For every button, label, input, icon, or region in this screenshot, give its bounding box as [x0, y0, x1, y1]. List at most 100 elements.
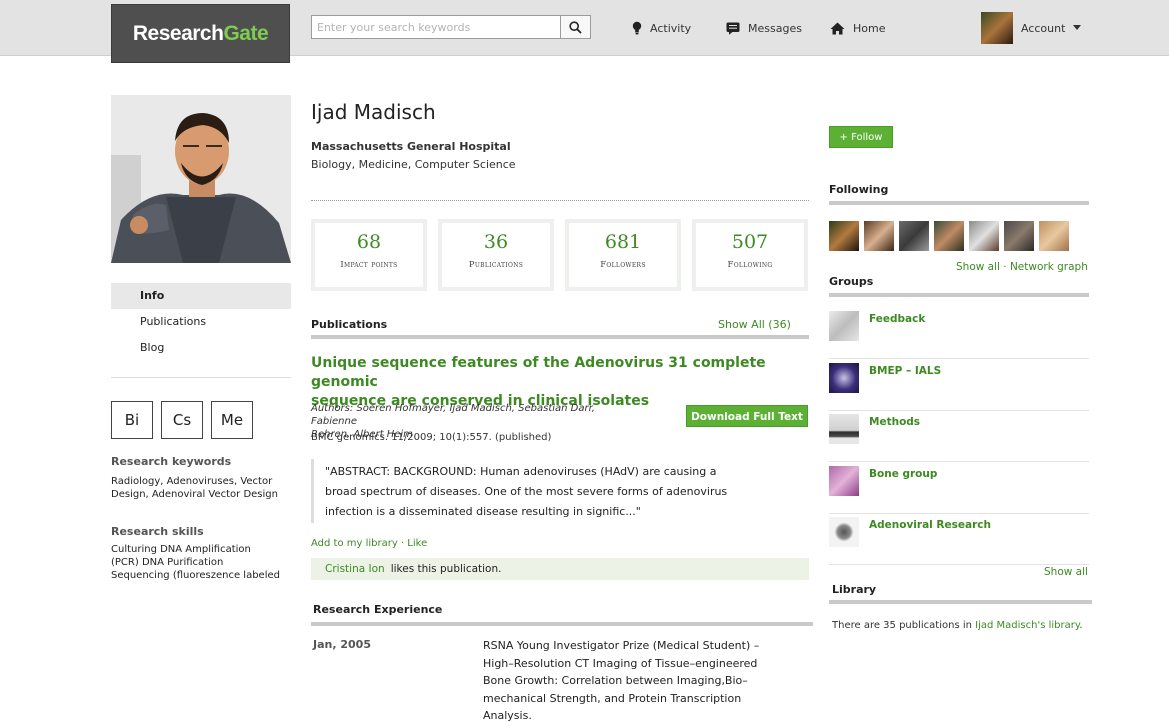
- lightbulb-icon: [632, 21, 642, 35]
- experience-date: Jan, 2005: [313, 638, 371, 651]
- likes-banner: Cristina Ion likes this publication.: [311, 558, 809, 580]
- add-to-library-like-links[interactable]: Add to my library · Like: [311, 538, 427, 549]
- nav-home[interactable]: Home: [830, 15, 885, 41]
- research-keywords-label: Research keywords: [111, 455, 232, 468]
- groups-title: Groups: [829, 275, 874, 288]
- top-bar: ResearchGate Activity Messages Home Acco…: [0, 0, 1169, 63]
- experience-line: RSNA Young Investigator Prize (Medical S…: [483, 639, 760, 652]
- home-icon: [830, 22, 845, 34]
- research-keywords-line: Radiology, Adenoviruses, Vector: [111, 476, 273, 487]
- group-icon: [829, 466, 859, 496]
- avatar[interactable]: [969, 221, 999, 251]
- research-skills-line: (PCR) DNA Purification: [111, 557, 224, 568]
- group-item[interactable]: BMEP – IALS: [829, 359, 1089, 411]
- section-divider: [829, 600, 1092, 604]
- group-item[interactable]: Methods: [829, 410, 1089, 462]
- account-avatar: [981, 12, 1013, 44]
- library-text-end: .: [1079, 620, 1083, 631]
- publications-section-title: Publications: [311, 318, 388, 331]
- group-item[interactable]: Bone group: [829, 462, 1089, 514]
- stat-value: 507: [731, 231, 769, 253]
- skill-tile-biology[interactable]: Bi: [111, 401, 153, 439]
- section-divider: [311, 335, 809, 339]
- avatar[interactable]: [1039, 221, 1069, 251]
- group-name-link[interactable]: BMEP – IALS: [869, 365, 941, 377]
- avatar[interactable]: [934, 221, 964, 251]
- groups-show-all-link[interactable]: Show all: [1044, 566, 1088, 578]
- account-menu[interactable]: Account: [981, 12, 1082, 44]
- search-input[interactable]: [311, 15, 561, 39]
- research-experience-title: Research Experience: [313, 603, 443, 616]
- profile-fields: Biology, Medicine, Computer Science: [311, 158, 516, 171]
- group-item[interactable]: Feedback: [829, 307, 1089, 359]
- stat-value: 681: [604, 231, 642, 253]
- profile-side-nav: Info Publications Blog: [111, 283, 291, 361]
- nav-activity[interactable]: Activity: [632, 15, 691, 41]
- research-skills-line: Sequencing (fluoreszence labeled: [111, 570, 280, 581]
- section-divider: [311, 622, 813, 626]
- publications-show-all-link[interactable]: Show All (36): [718, 318, 791, 331]
- experience-line: mechanical Strength, and Protein Transcr…: [483, 691, 742, 705]
- likes-text: likes this publication.: [390, 563, 502, 575]
- group-icon: [829, 517, 859, 547]
- profile-institution[interactable]: Massachusetts General Hospital: [311, 140, 511, 153]
- experience-line: Analysis.: [483, 709, 532, 722]
- profile-stats: 68 Impact points 36 Publications 681 Fol…: [311, 219, 808, 291]
- profile-photo[interactable]: [111, 95, 291, 263]
- group-icon: [829, 311, 859, 341]
- publication-authors-line: Authors: Soeren Hofmayer, Ijad Madisch, …: [311, 403, 595, 427]
- avatar[interactable]: [829, 221, 859, 251]
- side-nav-publications[interactable]: Publications: [111, 309, 291, 335]
- chevron-down-icon: [1073, 25, 1082, 30]
- nav-activity-label: Activity: [650, 21, 692, 35]
- logo-text-gate: Gate: [223, 21, 269, 45]
- section-divider: [829, 293, 1089, 297]
- follow-button[interactable]: + Follow: [829, 126, 893, 148]
- stat-publications[interactable]: 36 Publications: [438, 219, 554, 291]
- group-name-link[interactable]: Adenoviral Research: [869, 519, 991, 531]
- side-nav-info[interactable]: Info: [111, 283, 291, 309]
- avatar[interactable]: [1004, 221, 1034, 251]
- group-name-link[interactable]: Methods: [869, 416, 920, 428]
- group-name-link[interactable]: Bone group: [869, 468, 937, 480]
- skill-tiles: Bi Cs Me: [111, 401, 253, 439]
- group-icon: [829, 363, 859, 393]
- library-link[interactable]: library: [1049, 620, 1080, 631]
- search-icon: [569, 20, 582, 34]
- stat-label: Impact points: [340, 260, 398, 270]
- stat-label: Publications: [468, 260, 524, 270]
- stat-label: Following: [727, 260, 773, 270]
- abstract-line: broad spectrum of diseases. One of the m…: [325, 485, 728, 498]
- nav-messages[interactable]: Messages: [726, 15, 802, 41]
- group-item[interactable]: Adenoviral Research: [829, 513, 1089, 565]
- research-skills-line: Culturing DNA Amplification: [111, 544, 251, 555]
- stat-impact-points[interactable]: 68 Impact points: [311, 219, 427, 291]
- skill-tile-medicine[interactable]: Me: [211, 401, 253, 439]
- nav-messages-label: Messages: [748, 21, 802, 35]
- abstract-line: infection is a disseminated disease resu…: [325, 505, 641, 518]
- liker-name-link[interactable]: Cristina Ion: [325, 563, 385, 575]
- side-nav-blog[interactable]: Blog: [111, 335, 291, 361]
- download-full-text-button[interactable]: Download Full Text: [686, 405, 808, 427]
- publication-title-line: Unique sequence features of the Adenovir…: [311, 355, 766, 390]
- stat-followers[interactable]: 681 Followers: [565, 219, 681, 291]
- following-show-all-network-links[interactable]: Show all · Network graph: [956, 261, 1088, 273]
- avatar[interactable]: [864, 221, 894, 251]
- experience-line: High–Resolution CT Imaging of Tissue–eng…: [483, 656, 758, 670]
- library-title: Library: [832, 583, 877, 596]
- experience-line: Bone Growth: Correlation between Imaging…: [483, 674, 748, 687]
- researchgate-logo[interactable]: Research Gate: [111, 4, 290, 63]
- avatar[interactable]: [899, 221, 929, 251]
- publication-journal: BMC genomics. 11/2009; 10(1):557. (publi…: [311, 432, 552, 443]
- skill-tile-computer-science[interactable]: Cs: [161, 401, 203, 439]
- experience-description: RSNA Young Investigator Prize (Medical S…: [483, 637, 813, 722]
- library-text: There are 35 publications in: [832, 620, 972, 631]
- following-avatars: [829, 221, 1069, 251]
- stat-value: 68: [356, 231, 382, 253]
- library-owner-link[interactable]: Ijad Madisch's: [975, 620, 1045, 631]
- search-button[interactable]: [561, 15, 591, 39]
- group-name-link[interactable]: Feedback: [869, 313, 925, 325]
- stat-following[interactable]: 507 Following: [692, 219, 808, 291]
- group-icon: [829, 414, 859, 444]
- publication-abstract: "ABSTRACT: BACKGROUND: Human adenoviruse…: [311, 459, 809, 523]
